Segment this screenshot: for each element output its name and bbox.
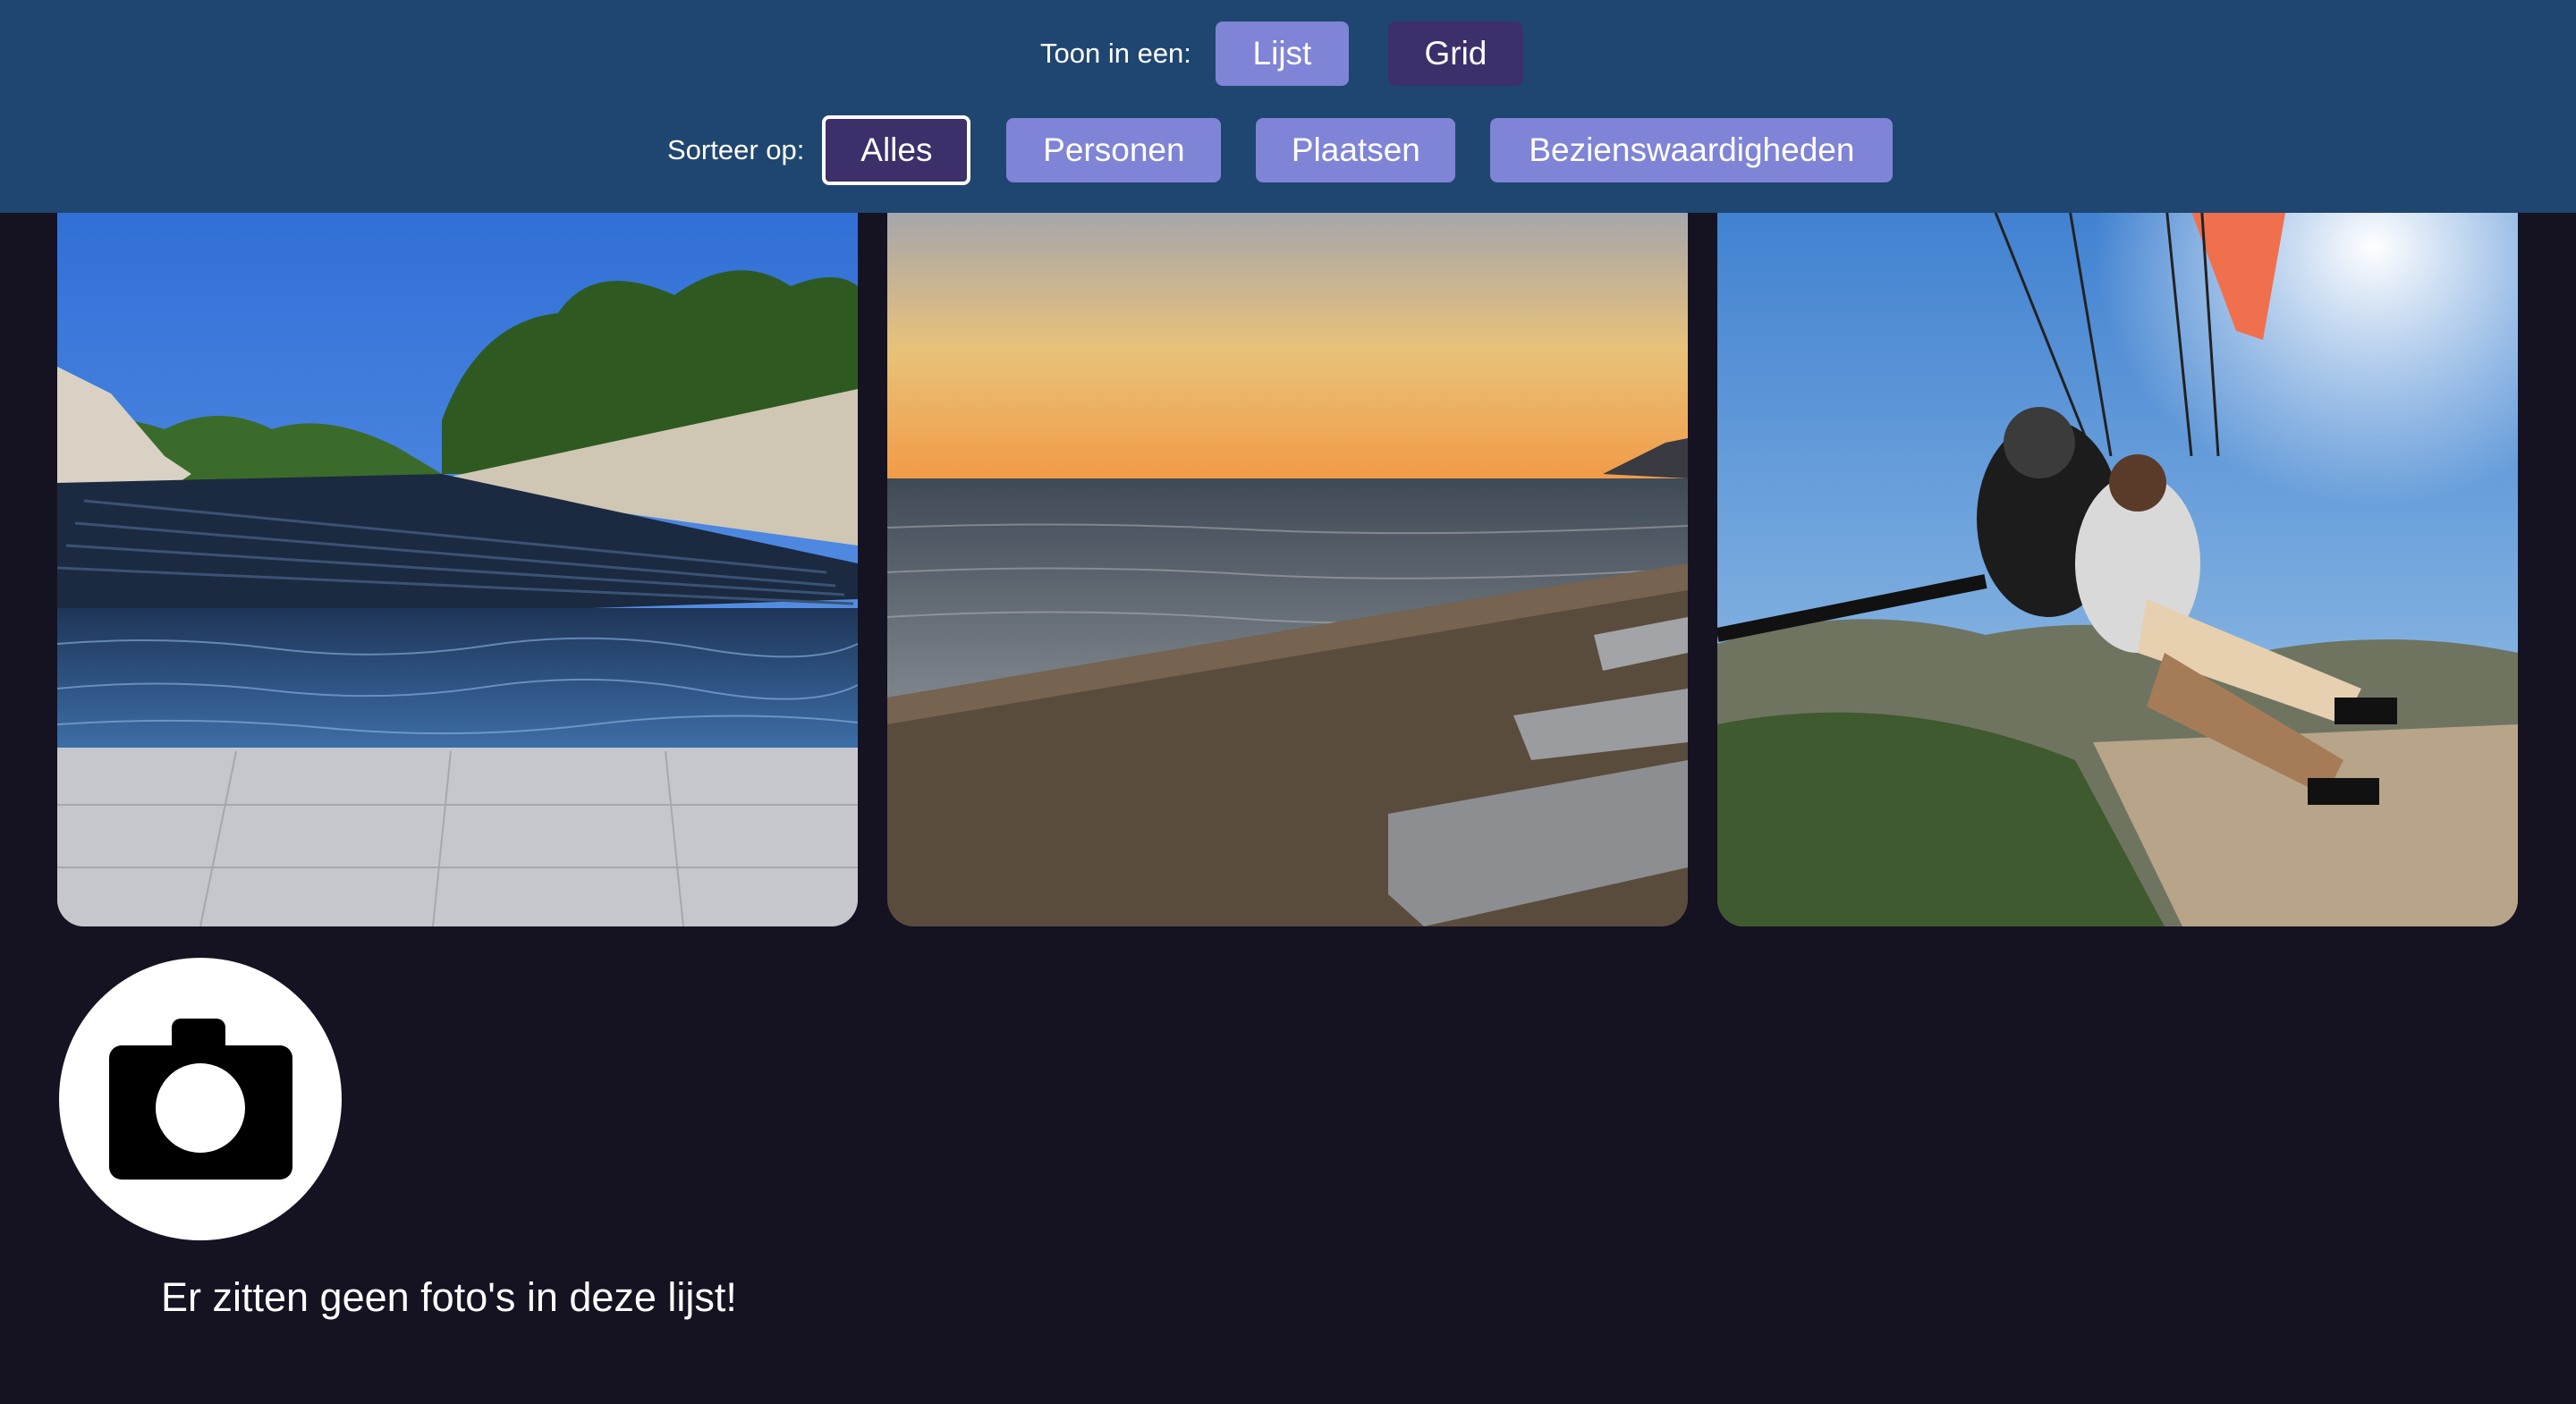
photo-waterfall-steps[interactable] <box>57 188 858 926</box>
photo-grid <box>57 188 2519 926</box>
top-bar: Toon in een: Lijst Grid Sorteer op: Alle… <box>0 0 2576 213</box>
camera-icon <box>108 1019 292 1180</box>
view-label: Toon in een: <box>1040 38 1191 69</box>
sort-label: Sorteer op: <box>667 134 805 165</box>
view-grid-button[interactable]: Grid <box>1387 21 1523 86</box>
view-toggle-row: Toon in een: Lijst Grid <box>1040 21 1523 86</box>
photo-beach-sunset[interactable] <box>887 188 1688 926</box>
sort-row: Sorteer op: Alles Personen Plaatsen Bezi… <box>667 115 1894 185</box>
sort-places-button[interactable]: Plaatsen <box>1256 118 1456 182</box>
photo-tandem-paragliding[interactable] <box>1717 188 2518 926</box>
view-list-button[interactable]: Lijst <box>1215 21 1349 86</box>
sort-all-button[interactable]: Alles <box>822 115 971 185</box>
empty-camera-badge <box>59 958 342 1240</box>
empty-list-message: Er zitten geen foto's in deze lijst! <box>161 1274 737 1320</box>
sort-sights-button[interactable]: Bezienswaardigheden <box>1490 118 1894 182</box>
sort-persons-button[interactable]: Personen <box>1006 118 1222 182</box>
